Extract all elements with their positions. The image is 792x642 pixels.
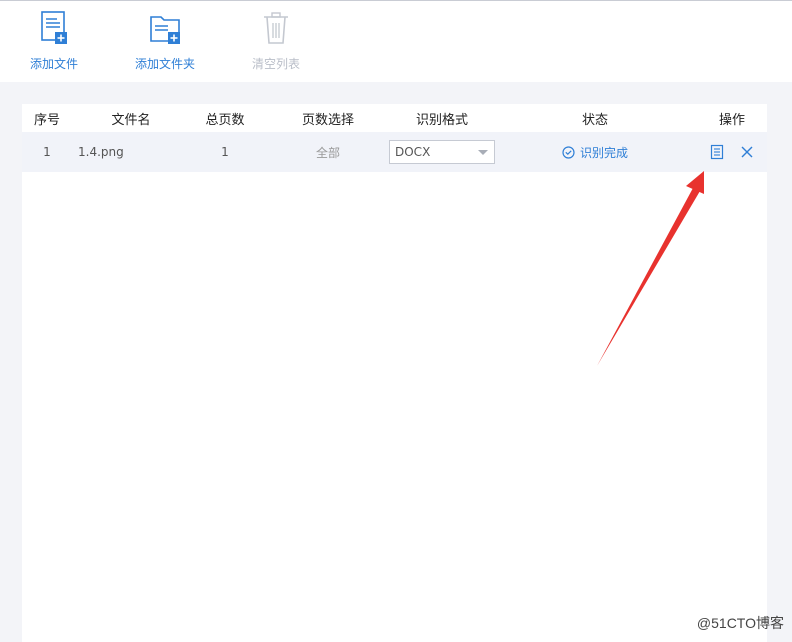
view-document-icon[interactable] [709, 144, 725, 160]
column-header-page-selection: 页数选择 [301, 112, 354, 128]
add-file-button[interactable]: 添加文件 [4, 9, 104, 75]
column-header-filename: 文件名 [111, 112, 151, 128]
chevron-down-icon [478, 149, 488, 155]
watermark: @51CTO博客 [696, 615, 784, 631]
column-header-actions: 操作 [718, 112, 745, 128]
check-circle-icon [562, 145, 575, 159]
row-format-cell: DOCX [382, 132, 502, 172]
add-file-label: 添加文件 [29, 57, 78, 71]
add-folder-label: 添加文件夹 [134, 57, 195, 71]
toolbar: 添加文件 添加文件夹 清空列表 [0, 1, 792, 82]
add-file-icon [41, 11, 67, 44]
close-icon[interactable] [739, 144, 755, 160]
column-header-format: 识别格式 [415, 112, 468, 128]
row-index: 1 [43, 145, 51, 159]
row-total-pages: 1 [221, 145, 229, 159]
format-select-value: DOCX [395, 145, 431, 159]
clear-list-label: 清空列表 [251, 57, 300, 71]
clear-list-button[interactable]: 清空列表 [226, 9, 326, 75]
status-text: 识别完成 [579, 145, 628, 160]
status-badge: 识别完成 [562, 144, 628, 161]
row-actions [709, 144, 755, 160]
column-header-status: 状态 [581, 112, 608, 128]
add-folder-button[interactable]: 添加文件夹 [115, 9, 215, 75]
row-filename: 1.4.png [78, 145, 124, 159]
column-header-total-pages: 总页数 [205, 112, 245, 128]
format-select[interactable]: DOCX [389, 140, 495, 164]
table-row[interactable]: 1 1.4.png 1 全部 DOCX 识别完成 [22, 132, 767, 172]
trash-icon [264, 12, 288, 44]
column-header-index: 序号 [33, 112, 60, 128]
table-header: 序号 文件名 总页数 页数选择 识别格式 状态 操作 [22, 104, 767, 132]
row-status-cell: 识别完成 [532, 132, 658, 172]
file-list-panel: 序号 文件名 总页数 页数选择 识别格式 状态 操作 1 1.4.png 1 全… [22, 104, 767, 642]
row-actions-cell [702, 132, 762, 172]
add-folder-icon [150, 16, 180, 44]
row-page-selection[interactable]: 全部 [282, 132, 374, 172]
